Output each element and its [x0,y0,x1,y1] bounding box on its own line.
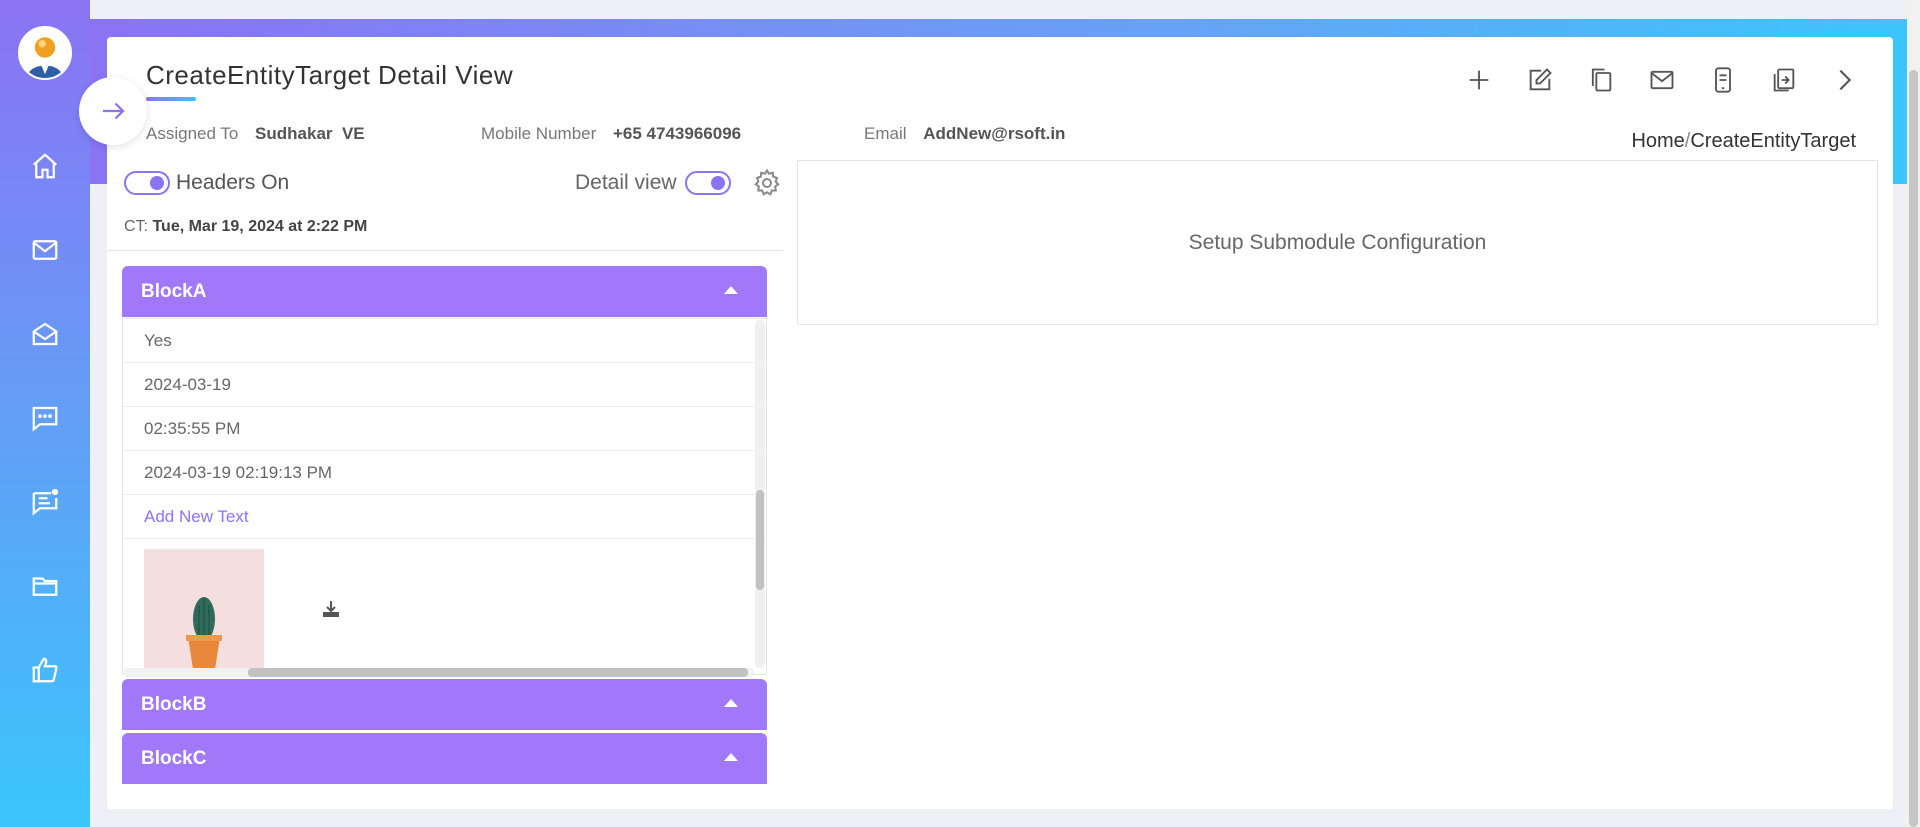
horizontal-scrollbar-thumb[interactable] [248,668,748,677]
block-c-header[interactable]: BlockC [122,733,767,784]
block-a-vertical-scrollbar[interactable] [755,320,765,668]
notification-chat-icon[interactable] [27,484,63,520]
expand-sidebar-button[interactable] [79,77,147,145]
edit-icon [1529,68,1552,91]
home-icon[interactable] [27,148,63,184]
block-b-header[interactable]: BlockB [122,679,767,730]
detail-view-switch[interactable] [684,171,731,195]
mail-icon [1650,70,1674,90]
copy-icon [1591,68,1612,92]
mobile-number: Mobile Number +65 4743966096 [481,124,741,144]
user-avatar[interactable] [18,26,72,80]
arrow-right-icon [103,102,125,120]
breadcrumb-home[interactable]: Home [1631,130,1684,152]
submodule-panel: Setup Submodule Configuration [797,160,1878,325]
vertical-scrollbar-thumb[interactable] [756,490,764,590]
edit-button[interactable] [1522,62,1558,98]
ct-label: CT: [124,218,148,235]
folder-icon[interactable] [27,568,63,604]
block-a-body: Yes 2024-03-19 02:35:55 PM 2024-03-19 02… [122,318,767,675]
next-icon [1839,69,1852,91]
next-button[interactable] [1827,62,1863,98]
cactus-image-thumbnail[interactable] [144,549,264,669]
list-item: 02:35:55 PM [123,407,766,451]
email: Email AddNew@rsoft.in [864,124,1065,144]
block-c-title: BlockC [141,747,207,769]
email-label: Email [864,124,907,143]
assigned-value: Sudhakar VE [255,124,365,143]
setup-submodule-message[interactable]: Setup Submodule Configuration [1189,231,1487,255]
open-mail-icon[interactable] [27,316,63,352]
attachment-row [123,539,766,674]
download-icon [323,601,339,617]
ct-value: Tue, Mar 19, 2024 at 2:22 PM [152,218,368,235]
block-a-title: BlockA [141,280,207,302]
toolbar [1461,62,1863,98]
list-item: 2024-03-19 02:19:13 PM [123,451,766,495]
caret-up-icon [724,699,738,707]
breadcrumb: Home/CreateEntityTarget [1631,130,1856,153]
mobile-button[interactable] [1705,62,1741,98]
assigned-to: Assigned To Sudhakar VE [146,124,365,144]
mail-icon[interactable] [27,232,63,268]
page-scrollbar-thumb[interactable] [1909,70,1918,827]
divider [107,250,783,251]
mobile-label: Mobile Number [481,124,597,143]
share-document-icon [1773,68,1795,92]
thumbs-up-icon[interactable] [27,652,63,688]
add-icon [1469,70,1489,90]
headers-switch[interactable] [124,171,170,195]
list-item: Yes [123,319,766,363]
copy-button[interactable] [1583,62,1619,98]
page-title: CreateEntityTarget Detail View [146,60,514,90]
block-a-header[interactable]: BlockA [122,266,767,317]
page-scrollbar[interactable] [1907,0,1920,827]
assigned-label: Assigned To [146,124,239,143]
caret-up-icon [724,286,738,294]
gear-icon [754,168,780,196]
settings-button[interactable] [752,168,782,198]
block-b-title: BlockB [141,693,207,715]
headers-toggle-label: Headers On [176,171,290,194]
breadcrumb-current: CreateEntityTarget [1690,130,1856,152]
sidebar [0,0,90,827]
add-button[interactable] [1461,62,1497,98]
download-button[interactable] [319,597,343,621]
list-item: 2024-03-19 [123,363,766,407]
created-time: CT: Tue, Mar 19, 2024 at 2:22 PM [124,218,367,236]
mail-button[interactable] [1644,62,1680,98]
mobile-value: +65 4743966096 [613,124,742,143]
email-value: AddNew@rsoft.in [923,124,1066,143]
block-a-horizontal-scrollbar[interactable] [124,668,754,677]
mobile-icon [1715,67,1731,93]
title-underline [146,97,196,101]
add-new-text-link[interactable]: Add New Text [123,495,766,539]
headers-toggle[interactable]: Headers On [124,171,289,195]
chat-icon[interactable] [27,400,63,436]
detail-view-toggle[interactable]: Detail view [575,171,731,195]
share-document-button[interactable] [1766,62,1802,98]
caret-up-icon [724,753,738,761]
detail-view-label: Detail view [575,171,677,194]
